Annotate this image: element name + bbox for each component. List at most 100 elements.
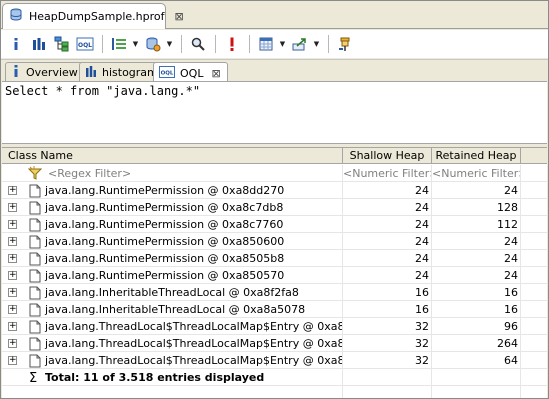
shallow-heap-cell: 32 [343,318,432,335]
expand-icon[interactable]: + [8,288,17,297]
object-file-icon [29,218,41,233]
column-header-shallow-heap[interactable]: Shallow Heap [343,148,432,164]
pin-icon[interactable] [334,33,356,55]
expand-icon[interactable]: + [8,339,17,348]
empty-cell [432,386,521,398]
shallow-heap-cell: 24 [343,216,432,233]
retained-heap-cell: 24 [432,182,521,199]
export-icon[interactable] [289,33,311,55]
oql-query-editor[interactable]: Select * from "java.lang.*" [2,81,547,144]
stop-icon[interactable] [221,33,243,55]
empty-cell [343,386,432,398]
results-table: Class Name Shallow Heap Retained Heap <R… [2,147,547,398]
table-row[interactable]: + java.lang.ThreadLocal$ThreadLocalMap$E… [2,335,547,352]
tab-histogram-label: histogram [102,66,158,79]
toolbar-separator [328,35,329,53]
class-name-cell: + java.lang.InheritableThreadLocal @ 0xa… [2,284,343,301]
class-name-cell: + java.lang.ThreadLocal$ThreadLocalMap$E… [2,335,343,352]
svg-text:OQL: OQL [78,42,92,49]
class-name-cell: + java.lang.RuntimePermission @ 0xa8c7db… [2,199,343,216]
table-row[interactable]: + java.lang.RuntimePermission @ 0xa8505b… [2,250,547,267]
object-file-icon [29,303,41,318]
retained-heap-cell: 16 [432,301,521,318]
class-name-cell: + java.lang.RuntimePermission @ 0xa8dd27… [2,182,343,199]
table-row[interactable]: + java.lang.ThreadLocal$ThreadLocalMap$E… [2,318,547,335]
toolbar-separator [181,35,182,53]
heap-dump-editor-window: HeapDumpSample.hprof ⊠ OQL ▼ ▼ ▼ ▼ Overv… [0,0,549,399]
toolbar: OQL ▼ ▼ ▼ ▼ [1,30,548,58]
shallow-filter-input[interactable]: <Numeric Filter> [343,165,432,182]
expand-icon[interactable]: + [8,322,17,331]
expand-icon[interactable]: + [8,220,17,229]
tab-oql[interactable]: OQL OQL ⊠ [153,62,228,83]
query-browser-icon[interactable] [108,33,130,55]
close-icon[interactable]: ⊠ [174,10,183,23]
tab-oql-label: OQL [180,66,204,80]
table-row[interactable]: + java.lang.RuntimePermission @ 0xa8c776… [2,216,547,233]
editor-tab-heapdump[interactable]: HeapDumpSample.hprof ⊠ [2,3,184,29]
editor-tab-bar: HeapDumpSample.hprof ⊠ [1,1,548,29]
retained-filter-input[interactable]: <Numeric Filter> [432,165,521,182]
expand-icon[interactable]: + [8,356,17,365]
tab-overview[interactable]: Overview [5,62,85,82]
expand-icon[interactable]: + [8,237,17,246]
expand-icon[interactable]: + [8,254,17,263]
table-row[interactable]: + java.lang.InheritableThreadLocal @ 0xa… [2,284,547,301]
expand-icon[interactable]: + [8,203,17,212]
oql-icon: OQL [159,65,175,81]
table-row[interactable]: + java.lang.ThreadLocal$ThreadLocalMap$E… [2,352,547,369]
shallow-heap-cell: 24 [343,182,432,199]
filter-row: <Regex Filter> <Numeric Filter> <Numeric… [2,165,547,182]
search-icon[interactable] [187,33,209,55]
shallow-heap-cell: 24 [343,233,432,250]
chevron-down-icon[interactable]: ▼ [131,33,140,55]
row-class-name: java.lang.RuntimePermission @ 0xa850600 [45,235,285,248]
heap-dump-overview-icon[interactable] [142,33,164,55]
row-class-name: java.lang.RuntimePermission @ 0xa8c7760 [45,218,284,231]
class-name-cell: + java.lang.ThreadLocal$ThreadLocalMap$E… [2,318,343,335]
dominator-tree-icon[interactable] [51,33,73,55]
close-icon[interactable]: ⊠ [211,67,220,80]
empty-row [2,386,547,398]
column-header-retained-heap[interactable]: Retained Heap [432,148,521,164]
table-row[interactable]: + java.lang.InheritableThreadLocal @ 0xa… [2,301,547,318]
sum-icon: Σ [29,371,38,386]
chevron-down-icon[interactable]: ▼ [278,33,287,55]
table-row[interactable]: + java.lang.RuntimePermission @ 0xa85060… [2,233,547,250]
retained-heap-cell: 24 [432,250,521,267]
toolbar-separator [249,35,250,53]
empty-cell [432,369,521,386]
table-row[interactable]: + java.lang.RuntimePermission @ 0xa8c7db… [2,199,547,216]
chevron-down-icon[interactable]: ▼ [312,33,321,55]
regex-filter-input[interactable]: <Regex Filter> [48,165,131,182]
retained-heap-cell: 24 [432,233,521,250]
regex-filter-cell[interactable]: <Regex Filter> [2,165,343,182]
retained-heap-cell: 16 [432,284,521,301]
row-class-name: java.lang.ThreadLocal$ThreadLocalMap$Ent… [45,337,343,350]
column-header-class-name[interactable]: Class Name [2,148,343,164]
row-class-name: java.lang.RuntimePermission @ 0xa8c7db8 [45,201,284,214]
expand-icon[interactable]: + [8,305,17,314]
class-name-cell: + java.lang.RuntimePermission @ 0xa85057… [2,267,343,284]
calculator-icon[interactable] [255,33,277,55]
row-class-name: java.lang.ThreadLocal$ThreadLocalMap$Ent… [45,320,343,333]
class-name-cell: + java.lang.RuntimePermission @ 0xa8c776… [2,216,343,233]
shallow-heap-cell: 24 [343,250,432,267]
oql-icon[interactable]: OQL [74,33,96,55]
histogram-icon[interactable] [28,33,50,55]
empty-cell [2,386,343,398]
heap-dump-file-icon [8,7,24,26]
expand-icon[interactable]: + [8,271,17,280]
info-icon [11,65,21,80]
table-row[interactable]: + java.lang.RuntimePermission @ 0xa8dd27… [2,182,547,199]
histogram-icon [85,65,97,80]
total-row: Σ Total: 11 of 3.518 entries displayed [2,369,547,386]
info-icon[interactable] [5,33,27,55]
table-row[interactable]: + java.lang.RuntimePermission @ 0xa85057… [2,267,547,284]
expand-icon[interactable]: + [8,186,17,195]
svg-text:OQL: OQL [161,70,174,76]
retained-heap-cell: 128 [432,199,521,216]
class-name-cell: + java.lang.RuntimePermission @ 0xa8505b… [2,250,343,267]
chevron-down-icon[interactable]: ▼ [165,33,174,55]
tab-histogram[interactable]: histogram [79,62,165,82]
